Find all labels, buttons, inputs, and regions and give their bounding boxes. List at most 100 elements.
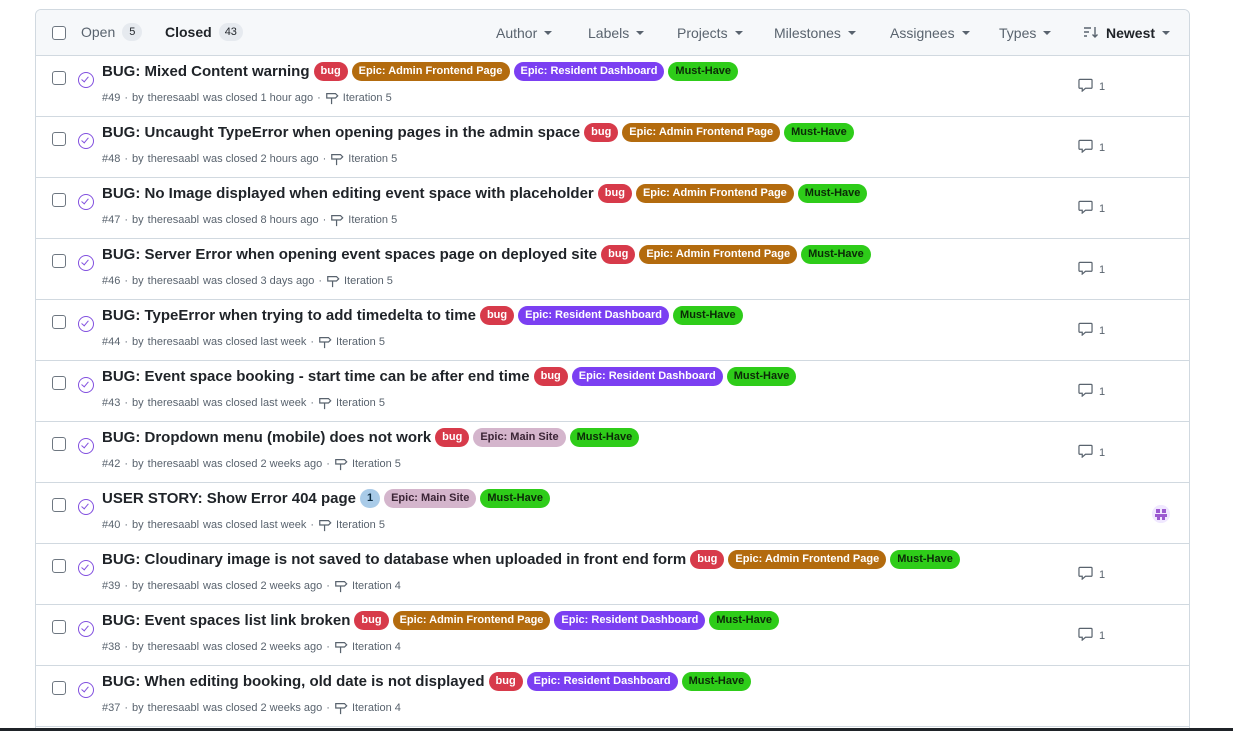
issue-label[interactable]: bug xyxy=(533,367,568,386)
issue-checkbox[interactable] xyxy=(52,315,66,329)
comment-count-link[interactable]: 1 xyxy=(1078,627,1105,644)
issue-milestone-link[interactable]: Iteration 5 xyxy=(352,458,401,470)
issue-title-link[interactable]: BUG: No Image displayed when editing eve… xyxy=(102,185,594,202)
issue-label[interactable]: Epic: Resident Dashboard xyxy=(526,672,678,691)
issue-label[interactable]: Epic: Admin Frontend Page xyxy=(622,123,781,142)
issue-checkbox[interactable] xyxy=(52,559,66,573)
closed-issue-icon xyxy=(78,438,94,454)
issue-label[interactable]: Epic: Resident Dashboard xyxy=(554,611,706,630)
issue-label[interactable]: bug xyxy=(488,672,523,691)
comment-count-link[interactable]: 1 xyxy=(1078,139,1105,156)
issue-label[interactable]: bug xyxy=(313,62,348,81)
issue-author-link[interactable]: theresaabl xyxy=(148,275,199,287)
issue-label[interactable]: 1 xyxy=(359,489,381,508)
issue-label[interactable]: Must-Have xyxy=(681,672,752,691)
issue-title-link[interactable]: BUG: Server Error when opening event spa… xyxy=(102,246,597,263)
projects-filter[interactable]: Projects xyxy=(677,25,743,41)
comment-count-link[interactable]: 1 xyxy=(1078,200,1105,217)
issue-checkbox[interactable] xyxy=(52,498,66,512)
issue-author-link[interactable]: theresaabl xyxy=(148,519,199,531)
issue-checkbox[interactable] xyxy=(52,437,66,451)
issue-label[interactable]: bug xyxy=(584,123,619,142)
comment-count-link[interactable]: 1 xyxy=(1078,444,1105,461)
issue-title-link[interactable]: BUG: Dropdown menu (mobile) does not wor… xyxy=(102,429,431,446)
issue-title-link[interactable]: BUG: TypeError when trying to add timede… xyxy=(102,307,476,324)
issue-label[interactable]: Epic: Admin Frontend Page xyxy=(635,184,794,203)
open-issues-tab[interactable]: Open 5 xyxy=(81,23,143,41)
issue-label[interactable]: bug xyxy=(354,611,389,630)
issue-label[interactable]: Must-Have xyxy=(673,306,743,325)
issue-author-link[interactable]: theresaabl xyxy=(148,92,199,104)
issue-milestone-link[interactable]: Iteration 4 xyxy=(352,580,401,592)
issue-milestone-link[interactable]: Iteration 5 xyxy=(336,397,385,409)
issue-label[interactable]: Must-Have xyxy=(480,489,550,508)
issue-label[interactable]: Must-Have xyxy=(784,123,854,142)
sort-dropdown[interactable]: Newest xyxy=(1083,25,1171,41)
issue-label[interactable]: bug xyxy=(601,245,636,264)
issue-title-link[interactable]: BUG: Cloudinary image is not saved to da… xyxy=(102,551,686,568)
issue-author-link[interactable]: theresaabl xyxy=(148,153,199,165)
issue-checkbox[interactable] xyxy=(52,681,66,695)
issue-label[interactable]: bug xyxy=(690,550,725,569)
issue-title-link[interactable]: BUG: Uncaught TypeError when opening pag… xyxy=(102,124,580,141)
issue-title-link[interactable]: BUG: Event space booking - start time ca… xyxy=(102,368,530,385)
issue-milestone-link[interactable]: Iteration 5 xyxy=(348,153,397,165)
types-filter[interactable]: Types xyxy=(999,25,1052,41)
issue-label[interactable]: Must-Have xyxy=(726,367,797,386)
comment-count-link[interactable]: 1 xyxy=(1078,566,1105,583)
issue-checkbox[interactable] xyxy=(52,132,66,146)
comment-count-link[interactable]: 1 xyxy=(1078,383,1105,400)
issue-title-link[interactable]: BUG: When editing booking, old date is n… xyxy=(102,673,485,690)
assignees-filter[interactable]: Assignees xyxy=(890,25,970,41)
issue-label[interactable]: Must-Have xyxy=(709,611,779,630)
comment-count-link[interactable]: 1 xyxy=(1078,261,1105,278)
issue-label[interactable]: Epic: Main Site xyxy=(384,489,477,508)
issue-label[interactable]: bug xyxy=(479,306,515,325)
issue-title-link[interactable]: USER STORY: Show Error 404 page xyxy=(102,490,356,507)
issue-author-link[interactable]: theresaabl xyxy=(148,458,199,470)
issue-milestone-link[interactable]: Iteration 5 xyxy=(336,336,385,348)
issue-milestone-link[interactable]: Iteration 4 xyxy=(352,641,401,653)
comment-count-link[interactable]: 1 xyxy=(1078,78,1105,95)
issue-label[interactable]: Must-Have xyxy=(890,550,960,569)
issue-author-link[interactable]: theresaabl xyxy=(148,702,199,714)
issue-checkbox[interactable] xyxy=(52,254,66,268)
issue-author-link[interactable]: theresaabl xyxy=(148,214,199,226)
issue-author-link[interactable]: theresaabl xyxy=(148,336,199,348)
issue-label[interactable]: Epic: Admin Frontend Page xyxy=(351,62,510,81)
issue-label[interactable]: Epic: Main Site xyxy=(473,428,566,447)
issue-author-link[interactable]: theresaabl xyxy=(148,397,199,409)
issue-checkbox[interactable] xyxy=(52,193,66,207)
issue-checkbox[interactable] xyxy=(52,71,66,85)
issue-label[interactable]: Epic: Admin Frontend Page xyxy=(392,611,551,630)
issue-label[interactable]: Epic: Admin Frontend Page xyxy=(639,245,798,264)
labels-filter[interactable]: Labels xyxy=(588,25,645,41)
issue-author-link[interactable]: theresaabl xyxy=(148,580,199,592)
issue-label[interactable]: Epic: Admin Frontend Page xyxy=(728,550,887,569)
issue-label[interactable]: Epic: Resident Dashboard xyxy=(571,367,723,386)
issue-milestone-link[interactable]: Iteration 5 xyxy=(343,92,392,104)
issue-milestone-link[interactable]: Iteration 5 xyxy=(344,275,393,287)
milestones-filter[interactable]: Milestones xyxy=(774,25,856,41)
author-filter[interactable]: Author xyxy=(496,25,553,41)
issue-label[interactable]: Epic: Resident Dashboard xyxy=(518,306,670,325)
issue-title-link[interactable]: BUG: Event spaces list link broken xyxy=(102,612,350,629)
comment-count-link[interactable]: 1 xyxy=(1078,322,1105,339)
issue-label[interactable]: bug xyxy=(597,184,632,203)
issue-author-link[interactable]: theresaabl xyxy=(148,641,199,653)
issue-label[interactable]: Must-Have xyxy=(668,62,739,81)
issue-milestone-link[interactable]: Iteration 4 xyxy=(352,702,401,714)
issue-checkbox[interactable] xyxy=(52,376,66,390)
issue-label[interactable]: Must-Have xyxy=(797,184,868,203)
issue-label[interactable]: Must-Have xyxy=(801,245,871,264)
issue-label[interactable]: Must-Have xyxy=(569,428,640,447)
closed-issues-tab[interactable]: Closed 43 xyxy=(165,23,243,41)
select-all-checkbox[interactable] xyxy=(52,26,66,40)
issue-label[interactable]: Epic: Resident Dashboard xyxy=(513,62,665,81)
issue-milestone-link[interactable]: Iteration 5 xyxy=(348,214,397,226)
issue-label[interactable]: bug xyxy=(435,428,470,447)
issue-title-link[interactable]: BUG: Mixed Content warning xyxy=(102,63,310,80)
issue-checkbox[interactable] xyxy=(52,620,66,634)
assignee-avatar[interactable] xyxy=(1152,505,1170,523)
issue-milestone-link[interactable]: Iteration 5 xyxy=(336,519,385,531)
